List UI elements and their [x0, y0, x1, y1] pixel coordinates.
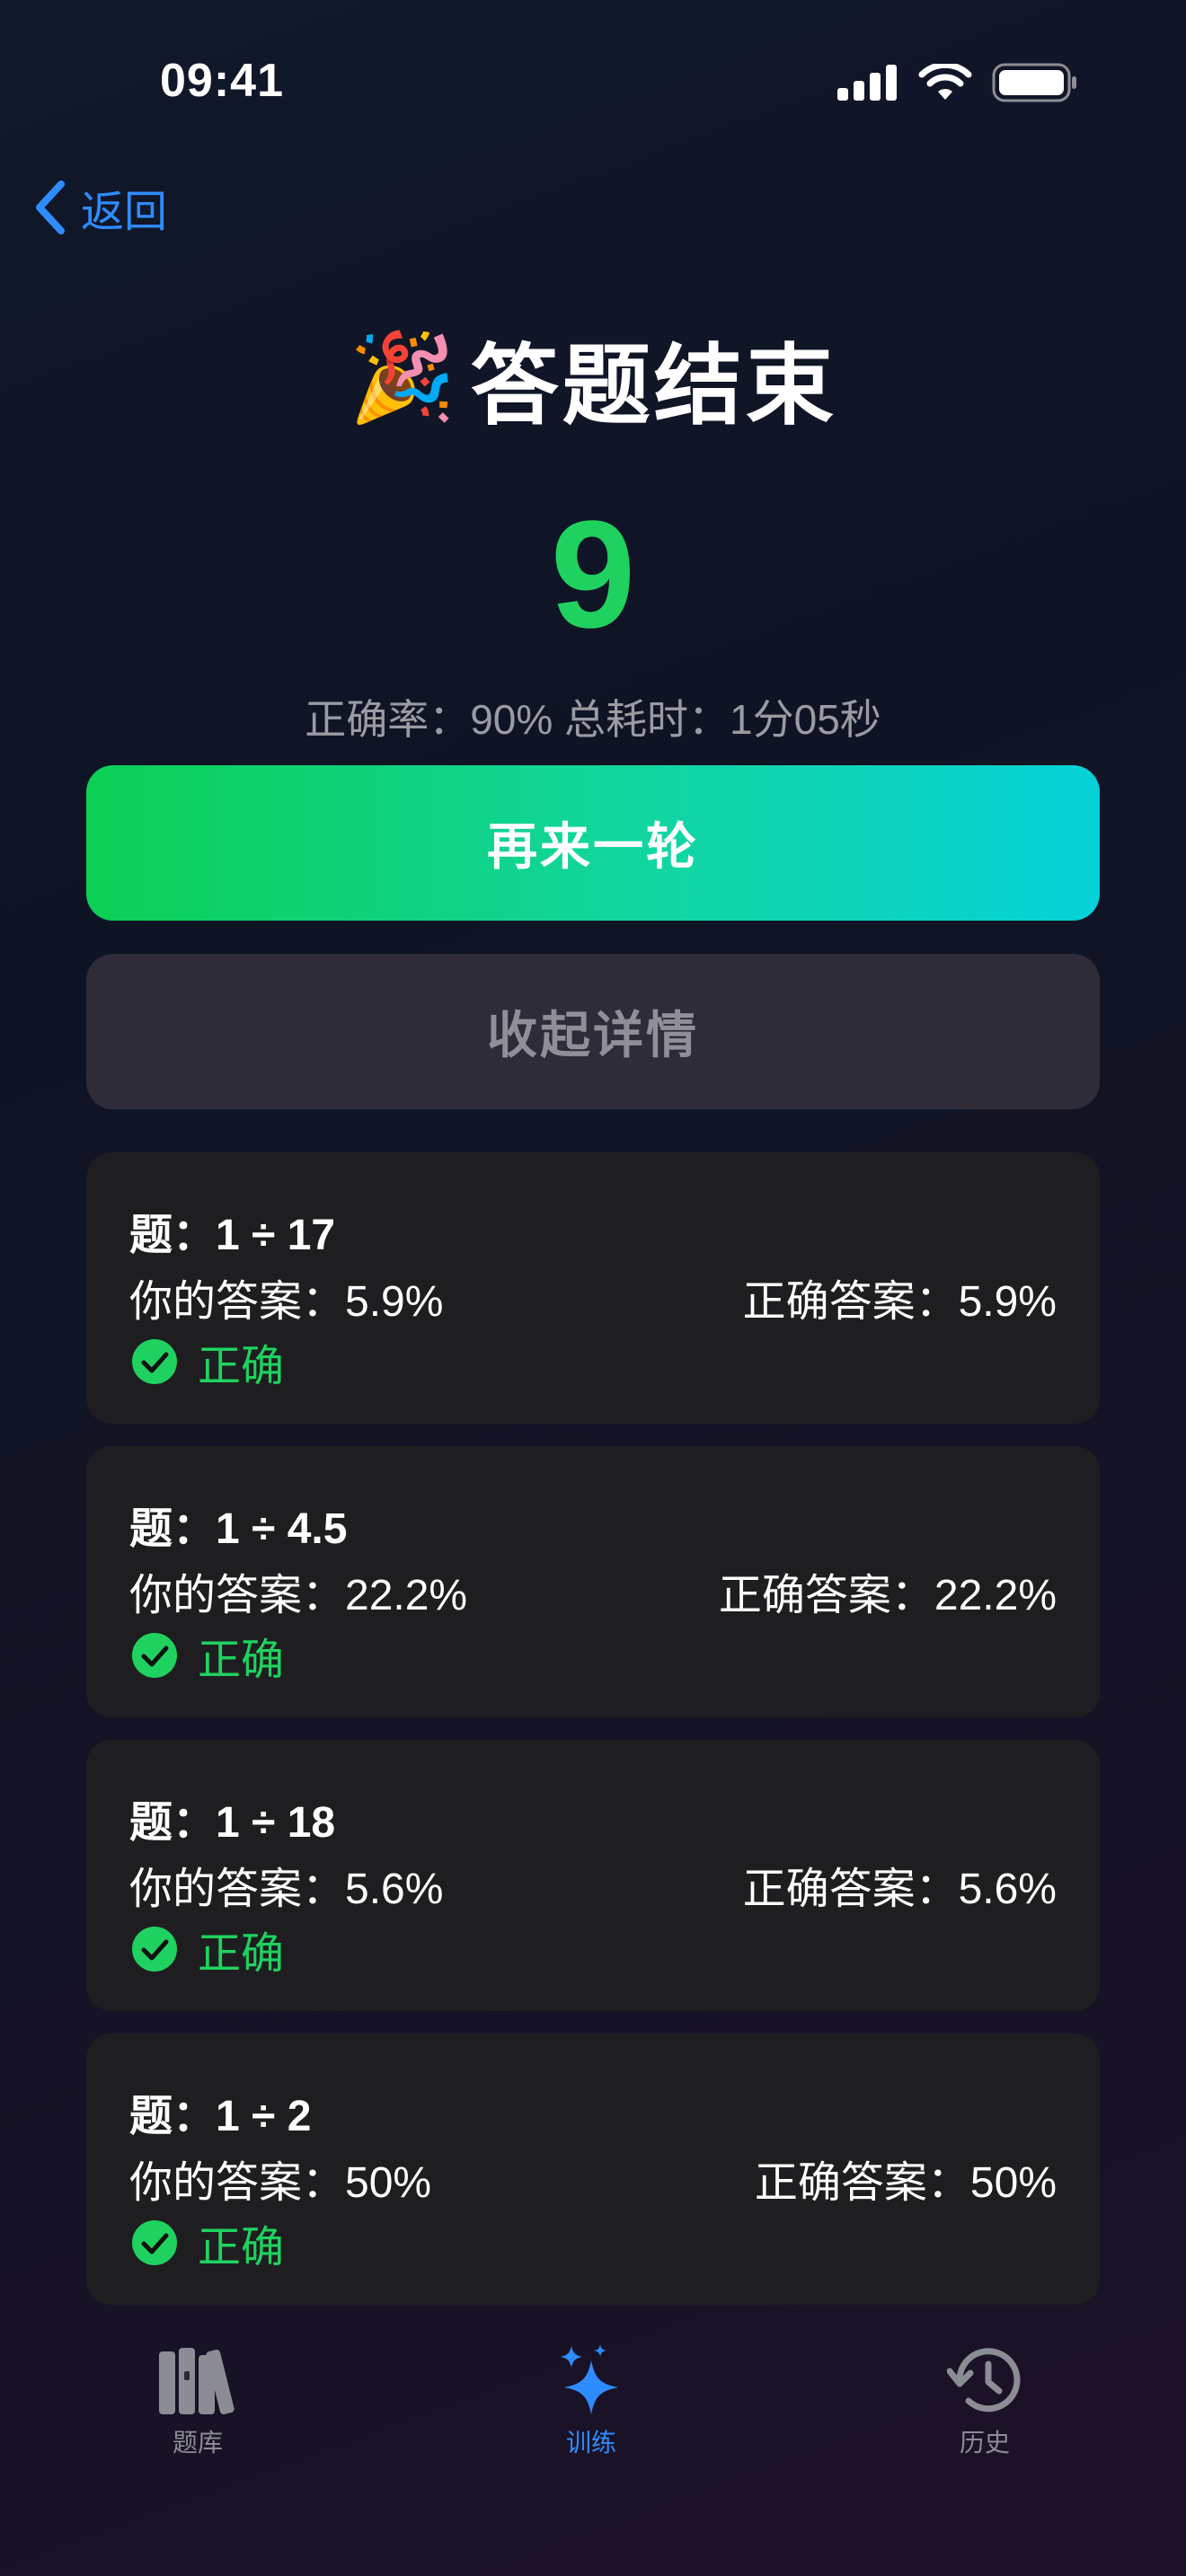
cellular-signal-icon — [837, 65, 897, 101]
question-card: 题：1 ÷ 17 你的答案：5.9% 正确答案：5.9% 正确 — [86, 1152, 1100, 1424]
score-value: 9 — [550, 490, 636, 660]
correct-answer: 正确答案：50% — [754, 2159, 1057, 2207]
chevron-left-icon — [36, 181, 65, 234]
correct-answer: 正确答案：22.2% — [718, 1572, 1057, 1619]
tab-question-bank[interactable]: 题库 — [108, 2344, 288, 2459]
wifi-icon — [918, 64, 972, 100]
collapse-details-button[interactable]: 收起详情 — [86, 954, 1100, 1109]
checkmark-circle-icon — [132, 2220, 177, 2265]
back-button[interactable]: 返回 — [32, 176, 167, 239]
question-text: 题：1 ÷ 4.5 — [129, 1505, 348, 1553]
result-label: 正确 — [198, 2224, 285, 2272]
result-label: 正确 — [198, 1343, 285, 1390]
back-label: 返回 — [81, 189, 168, 236]
tab-bar: 题库 训练 历史 — [0, 2344, 1186, 2576]
retry-button[interactable]: 再来一轮 — [86, 765, 1100, 921]
question-card: 题：1 ÷ 2 你的答案：50% 正确答案：50% 正确 — [86, 2033, 1100, 2305]
result-status: 正确 — [131, 1330, 284, 1393]
your-answer: 你的答案：22.2% — [129, 1572, 468, 1619]
books-icon — [159, 2348, 235, 2415]
question-text: 题：1 ÷ 17 — [129, 1212, 336, 1259]
tab-label: 题库 — [172, 2429, 223, 2457]
checkmark-circle-icon — [132, 1927, 177, 1972]
question-text: 题：1 ÷ 18 — [129, 1799, 336, 1847]
status-icons — [837, 63, 1078, 102]
question-card: 题：1 ÷ 18 你的答案：5.6% 正确答案：5.6% 正确 — [86, 1740, 1100, 2011]
question-text: 题：1 ÷ 2 — [129, 2093, 312, 2140]
question-card: 题：1 ÷ 4.5 你的答案：22.2% 正确答案：22.2% 正确 — [86, 1446, 1100, 1717]
status-time: 09:41 — [160, 55, 284, 107]
party-popper-icon: 🎉 — [349, 330, 456, 426]
result-label: 正确 — [198, 1636, 285, 1684]
battery-icon — [992, 63, 1076, 102]
your-answer: 你的答案：5.9% — [129, 1278, 444, 1326]
title-text: 答题结束 — [470, 336, 837, 435]
correct-answer: 正确答案：5.9% — [742, 1278, 1057, 1326]
tab-history[interactable]: 历史 — [895, 2344, 1075, 2459]
result-status: 正确 — [131, 1918, 284, 1981]
correct-answer: 正确答案：5.6% — [742, 1866, 1057, 1913]
sparkles-icon — [561, 2344, 618, 2414]
page-title: 🎉 答题结束 — [0, 314, 1186, 442]
tab-training[interactable]: 训练 — [501, 2344, 681, 2459]
result-status: 正确 — [131, 1624, 284, 1687]
your-answer: 你的答案：50% — [129, 2159, 432, 2207]
history-icon — [947, 2348, 1021, 2413]
your-answer: 你的答案：5.6% — [129, 1866, 444, 1913]
checkmark-circle-icon — [132, 1339, 177, 1384]
tab-label: 训练 — [565, 2429, 616, 2457]
result-status: 正确 — [131, 2211, 284, 2274]
tab-label: 历史 — [959, 2429, 1010, 2457]
result-label: 正确 — [198, 1930, 285, 1978]
stats-summary: 正确率：90% 总耗时：1分05秒 — [305, 696, 881, 743]
status-bar: 09:41 — [0, 0, 1186, 171]
checkmark-circle-icon — [132, 1633, 177, 1678]
